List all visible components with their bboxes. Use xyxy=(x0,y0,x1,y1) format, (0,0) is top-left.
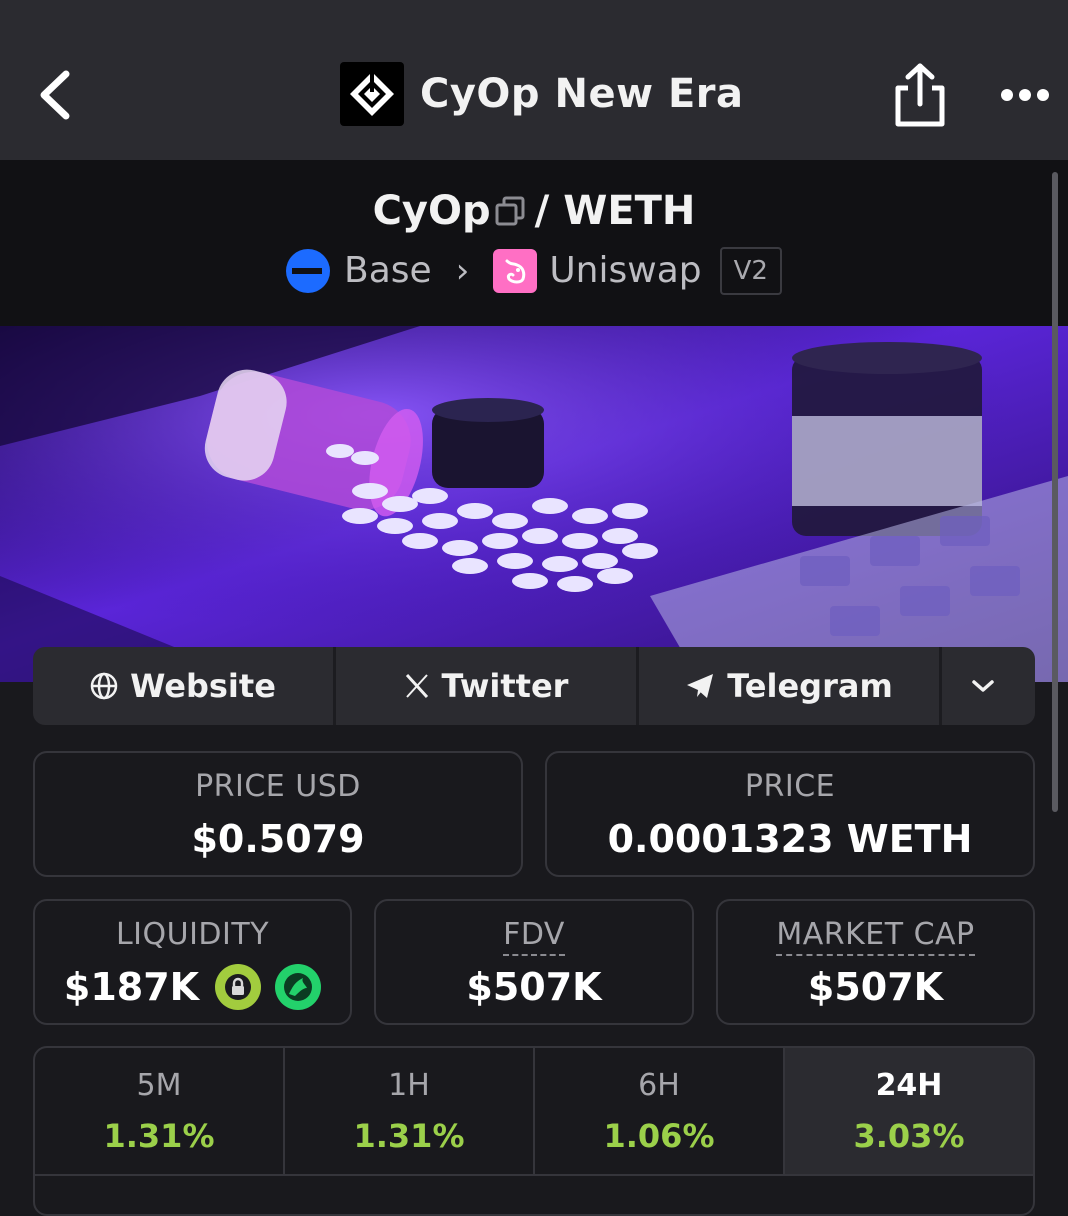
version-badge: V2 xyxy=(719,247,782,295)
tab-label: 1H xyxy=(388,1068,430,1103)
price-usd-label: PRICE USD xyxy=(195,769,361,804)
website-button[interactable]: Website xyxy=(33,647,336,725)
tab-change-value: 1.31% xyxy=(103,1117,215,1155)
share-button[interactable] xyxy=(892,62,948,128)
price-usd-card: PRICE USD $0.5079 xyxy=(33,751,523,877)
tab-1h[interactable]: 1H 1.31% xyxy=(285,1048,535,1174)
token-banner-image xyxy=(0,326,1068,682)
dex-name[interactable]: Uniswap xyxy=(549,246,701,296)
more-links-dropdown[interactable] xyxy=(942,647,1035,725)
price-weth-value: 0.0001323 WETH xyxy=(607,817,973,861)
chevron-left-icon xyxy=(40,70,70,120)
chevron-right-icon: › xyxy=(455,251,470,291)
twitter-button[interactable]: Twitter xyxy=(336,647,639,725)
liquidity-row: $187K xyxy=(35,963,350,1011)
price-change-tabs: 5M 1.31% 1H 1.31% 6H 1.06% 24H 3.03% xyxy=(33,1046,1035,1216)
x-logo-icon xyxy=(405,673,428,699)
social-links-bar: Website Twitter Telegram xyxy=(33,647,1035,725)
website-label: Website xyxy=(130,667,276,705)
fdv-label: FDV xyxy=(503,917,565,956)
tab-label: 5M xyxy=(136,1068,182,1103)
pair-name: CyOp / WETH xyxy=(0,184,1068,240)
liquidity-card: LIQUIDITY $187K xyxy=(33,899,352,1025)
price-label: PRICE xyxy=(744,769,836,804)
scrollbar[interactable] xyxy=(1052,172,1058,812)
market-cap-card: MARKET CAP $507K xyxy=(716,899,1035,1025)
tab-label: 24H xyxy=(875,1068,943,1103)
fdv-value: $507K xyxy=(466,965,602,1009)
chevron-down-icon xyxy=(971,680,994,692)
copy-icon[interactable] xyxy=(495,186,525,240)
tab-label: 6H xyxy=(638,1068,680,1103)
telegram-button[interactable]: Telegram xyxy=(639,647,942,725)
telegram-icon xyxy=(687,674,714,698)
market-cap-label-wrap[interactable]: MARKET CAP xyxy=(718,917,1033,956)
more-icon xyxy=(1001,89,1049,101)
fdv-label-wrap[interactable]: FDV xyxy=(376,917,692,956)
uniswap-icon xyxy=(493,249,538,293)
tab-change-value: 1.31% xyxy=(353,1117,465,1155)
unicrypt-icon[interactable] xyxy=(275,964,322,1010)
globe-icon xyxy=(90,672,118,700)
tab-5m[interactable]: 5M 1.31% xyxy=(35,1048,285,1174)
back-button[interactable] xyxy=(30,60,80,130)
price-weth-card: PRICE 0.0001323 WETH xyxy=(545,751,1035,877)
share-icon xyxy=(895,63,945,127)
market-cap-label: MARKET CAP xyxy=(776,917,975,956)
liquidity-label: LIQUIDITY xyxy=(115,917,270,952)
lock-icon[interactable] xyxy=(215,964,262,1010)
base-token-symbol: CyOp xyxy=(372,188,491,234)
liquidity-value: $187K xyxy=(63,965,200,1009)
base-chain-icon xyxy=(286,249,331,293)
quote-token-symbol: WETH xyxy=(563,188,696,234)
tab-6h[interactable]: 6H 1.06% xyxy=(535,1048,785,1174)
tab-24h[interactable]: 24H 3.03% xyxy=(785,1048,1033,1174)
top-nav-bar: CyOp New Era xyxy=(0,0,1068,160)
chain-name[interactable]: Base xyxy=(344,246,432,296)
chain-dex-breadcrumb: Base › Uniswap V2 xyxy=(0,246,1068,296)
pair-separator: / xyxy=(534,188,550,234)
tab-change-value: 1.06% xyxy=(603,1117,715,1155)
tab-change-value: 3.03% xyxy=(853,1117,965,1155)
twitter-label: Twitter xyxy=(441,667,569,705)
market-cap-value: $507K xyxy=(807,965,944,1009)
price-usd-value: $0.5079 xyxy=(191,817,365,861)
more-options-button[interactable] xyxy=(998,78,1052,112)
page-title: CyOp New Era xyxy=(420,71,744,117)
telegram-label: Telegram xyxy=(727,667,893,705)
token-logo xyxy=(340,62,404,126)
pair-header: CyOp / WETH Base › Uniswap V2 xyxy=(0,160,1068,326)
fdv-card: FDV $507K xyxy=(374,899,694,1025)
